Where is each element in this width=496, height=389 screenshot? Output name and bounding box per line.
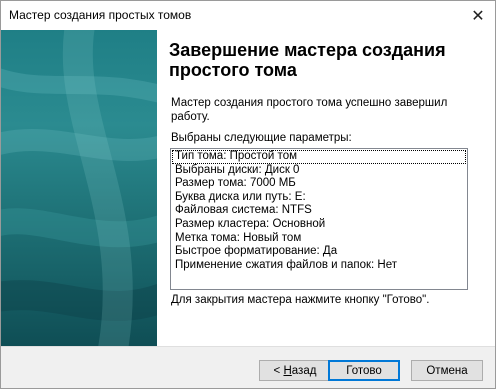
title-bar: Мастер создания простых томов ✕ [1, 1, 495, 30]
back-button-label: азад [291, 364, 317, 377]
finish-button[interactable]: Готово [328, 360, 400, 381]
param-item[interactable]: Выбраны диски: Диск 0 [171, 164, 467, 178]
back-button-prefix: < [273, 364, 284, 377]
close-icon[interactable]: ✕ [467, 5, 489, 27]
params-list[interactable]: Тип тома: Простой том Выбраны диски: Дис… [170, 148, 468, 290]
params-label: Выбраны следующие параметры: [171, 132, 352, 144]
back-button[interactable]: < Назад [259, 360, 331, 381]
cancel-button[interactable]: Отмена [411, 360, 483, 381]
param-item[interactable]: Быстрое форматирование: Да [171, 245, 467, 259]
param-item[interactable]: Размер тома: 7000 МБ [171, 177, 467, 191]
param-item[interactable]: Размер кластера: Основной [171, 218, 467, 232]
close-instruction: Для закрытия мастера нажмите кнопку "Гот… [171, 294, 430, 306]
param-item[interactable]: Тип тома: Простой том [172, 150, 466, 164]
param-item[interactable]: Файловая система: NTFS [171, 204, 467, 218]
button-bar: < Назад Готово Отмена [1, 346, 495, 388]
wizard-window: Мастер создания простых томов ✕ Завершен… [0, 0, 496, 389]
wizard-content: Завершение мастера создания простого том… [1, 30, 495, 346]
param-item[interactable]: Метка тома: Новый том [171, 232, 467, 246]
page-title: Завершение мастера создания простого том… [169, 40, 446, 80]
back-button-accel: Н [283, 364, 292, 377]
param-item[interactable]: Буква диска или путь: E: [171, 191, 467, 205]
window-title: Мастер создания простых томов [9, 8, 192, 22]
completion-description: Мастер создания простого тома успешно за… [171, 97, 448, 123]
side-panel-graphic [1, 30, 157, 346]
wizard-side-panel [1, 30, 157, 346]
param-item[interactable]: Применение сжатия файлов и папок: Нет [171, 259, 467, 273]
